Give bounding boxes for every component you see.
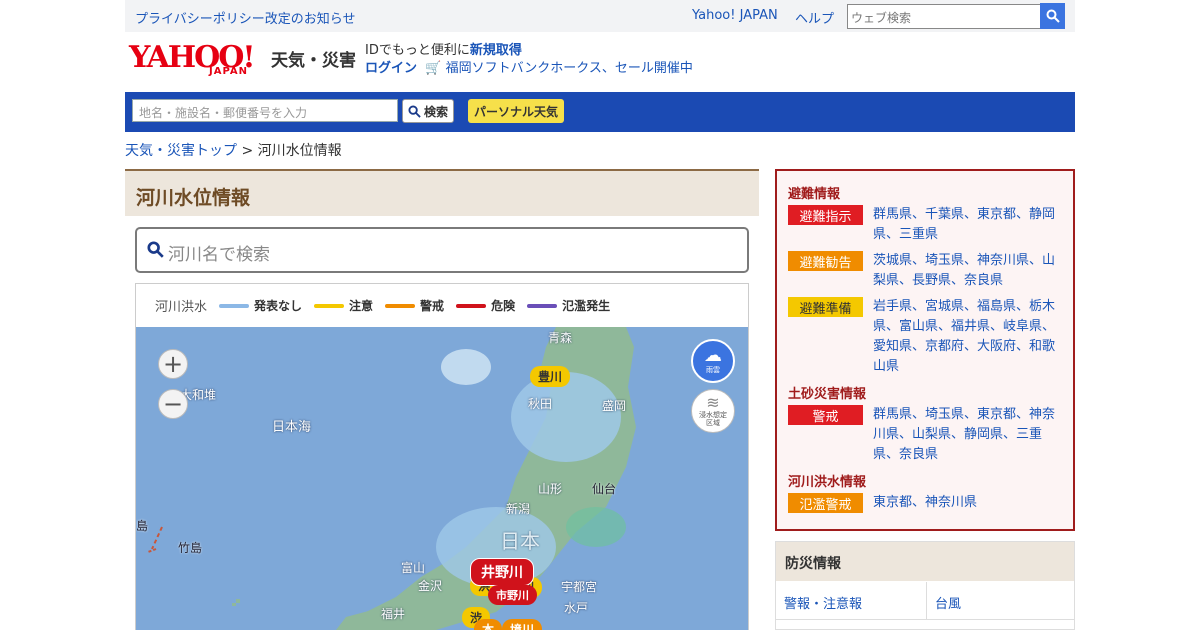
flood-wave-icon: ≋ bbox=[706, 393, 720, 412]
alert-prefectures[interactable]: 岩手県、宮城県、福島県、栃木県、富山県、福井県、岐阜県、愛知県、京都府、大阪府、… bbox=[873, 297, 1062, 377]
alert-row: 避難準備 岩手県、宮城県、福島県、栃木県、富山県、福井県、岐阜県、愛知県、京都府… bbox=[788, 297, 1062, 377]
alert-badge: 避難準備 bbox=[788, 297, 863, 317]
yahoo-logo-sub: JAPAN bbox=[209, 66, 248, 77]
breadcrumb-current: 河川水位情報 bbox=[257, 143, 342, 159]
legend-swatch bbox=[456, 303, 487, 308]
help-link[interactable]: ヘルプ bbox=[795, 8, 834, 27]
map-label-kanazawa: 金沢 bbox=[418, 579, 443, 593]
alert-prefectures[interactable]: 東京都、神奈川県 bbox=[873, 493, 977, 513]
legend-item: 発表なし bbox=[219, 297, 302, 314]
location-search-button[interactable]: 検索 bbox=[402, 99, 454, 123]
personal-weather-button[interactable]: パーソナル天気 bbox=[468, 99, 564, 123]
zoom-in-button[interactable]: + bbox=[158, 349, 188, 379]
breadcrumb: 天気・災害トップ > 河川水位情報 bbox=[125, 140, 342, 160]
alert-row: 避難勧告 茨城県、埼玉県、神奈川県、山梨県、長野県、奈良県 bbox=[788, 251, 1062, 291]
alert-row: 避難指示 群馬県、千葉県、東京都、静岡県、三重県 bbox=[788, 205, 1062, 245]
disaster-info-title: 防災情報 bbox=[776, 542, 1074, 581]
legend-swatch bbox=[527, 303, 558, 308]
privacy-notice-link[interactable]: プライバシーポリシー改定のお知らせ bbox=[135, 8, 355, 27]
page-title-box: 河川水位情報 bbox=[125, 169, 759, 216]
map-label-akita: 秋田 bbox=[528, 397, 553, 411]
map-label-morioka: 盛岡 bbox=[602, 399, 627, 413]
service-name: 天気・災害 bbox=[271, 51, 356, 71]
search-icon bbox=[408, 104, 421, 118]
location-search-bar: 地名・施設名・郵便番号を入力 検索 パーソナル天気 bbox=[125, 92, 1075, 132]
legend-swatch bbox=[314, 303, 345, 308]
legend-swatch bbox=[385, 303, 416, 308]
web-search-button[interactable] bbox=[1040, 3, 1065, 29]
map-label-sendai: 仙台 bbox=[592, 482, 617, 496]
river-tag-toyokawa[interactable]: 豊川 bbox=[530, 366, 571, 387]
rain-cloud-button[interactable]: ☁ 雨雲 bbox=[691, 339, 735, 383]
search-icon bbox=[1046, 9, 1060, 23]
river-tag-ichinokawa[interactable]: 市野川 bbox=[488, 585, 537, 605]
map-label-utsunomiya: 宇都宮 bbox=[561, 580, 598, 594]
id-box: IDでもっと便利に新規取得 ログイン 🛒 福岡ソフトバンクホークス、セール開催中 bbox=[365, 42, 693, 78]
location-search-input[interactable]: 地名・施設名・郵便番号を入力 bbox=[132, 99, 398, 122]
site-logo[interactable]: YAHOO! JAPAN 天気・災害 bbox=[129, 40, 359, 80]
alert-badge: 警戒 bbox=[788, 405, 863, 425]
search-label: 検索 bbox=[423, 104, 448, 119]
map-label-fukui: 福井 bbox=[381, 607, 406, 621]
map-label-yamagata: 山形 bbox=[538, 482, 563, 496]
map-label-shima: 島 bbox=[136, 519, 149, 533]
top-bar: プライバシーポリシー改定のお知らせ Yahoo! JAPAN ヘルプ ウェブ検索 bbox=[125, 0, 1075, 32]
divider bbox=[776, 619, 1074, 620]
page-title: 河川水位情報 bbox=[136, 187, 251, 209]
alert-prefectures[interactable]: 茨城県、埼玉県、神奈川県、山梨県、長野県、奈良県 bbox=[873, 251, 1062, 291]
map-land bbox=[147, 327, 636, 630]
river-search-placeholder: 河川名で検索 bbox=[168, 245, 270, 265]
landslide-title: 土砂災害情報 bbox=[788, 387, 867, 402]
legend-item: 注意 bbox=[314, 297, 373, 314]
map-label-aomori: 青森 bbox=[548, 331, 573, 345]
alert-badge: 避難勧告 bbox=[788, 251, 863, 271]
legend-item: 氾濫発生 bbox=[527, 297, 610, 314]
rain-cloud-label: 雨雲 bbox=[706, 366, 720, 374]
map-label-toyama: 富山 bbox=[401, 561, 426, 575]
map-label-mito: 水戸 bbox=[564, 601, 589, 615]
warnings-link[interactable]: 警報・注意報 bbox=[776, 582, 926, 619]
typhoon-link[interactable]: 台風 bbox=[926, 582, 1075, 619]
yahoo-japan-link[interactable]: Yahoo! JAPAN bbox=[692, 8, 778, 23]
promo-link[interactable]: 福岡ソフトバンクホークス、セール開催中 bbox=[446, 61, 693, 76]
map-label-niigata: 新潟 bbox=[506, 502, 531, 516]
flood-area-label: 浸水想定 区域 bbox=[699, 411, 727, 427]
rain-cloud-icon: ☁ bbox=[704, 345, 722, 366]
alert-panel: 避難情報 避難指示 群馬県、千葉県、東京都、静岡県、三重県 避難勧告 茨城県、埼… bbox=[775, 169, 1075, 531]
map-label-japan: 日本 bbox=[500, 529, 540, 553]
disaster-info-panel: 防災情報 警報・注意報 台風 bbox=[775, 541, 1075, 630]
flood-title: 河川洪水情報 bbox=[788, 475, 867, 490]
alert-badge: 避難指示 bbox=[788, 205, 863, 225]
login-link[interactable]: ログイン bbox=[365, 61, 417, 76]
evac-title: 避難情報 bbox=[788, 187, 841, 202]
legend-swatch bbox=[219, 303, 250, 308]
search-icon bbox=[147, 241, 164, 258]
alert-prefectures[interactable]: 群馬県、埼玉県、東京都、神奈川県、山梨県、静岡県、三重県、奈良県 bbox=[873, 405, 1062, 465]
river-search-input[interactable]: 河川名で検索 bbox=[135, 227, 749, 273]
legend-title: 河川洪水 bbox=[155, 300, 208, 315]
map-label-japan-sea: 日本海 bbox=[272, 420, 312, 435]
alert-prefectures[interactable]: 群馬県、千葉県、東京都、静岡県、三重県 bbox=[873, 205, 1062, 245]
river-map[interactable]: 青森 秋田 盛岡 仙台 山形 新潟 富山 金沢 福井 宇都宮 水戸 日本海 竹島… bbox=[135, 327, 749, 630]
alert-row: 氾濫警戒 東京都、神奈川県 bbox=[788, 493, 1062, 513]
alert-row: 警戒 群馬県、埼玉県、東京都、神奈川県、山梨県、静岡県、三重県、奈良県 bbox=[788, 405, 1062, 465]
river-tag-misc[interactable]: 本 bbox=[474, 619, 503, 630]
legend-item: 危険 bbox=[456, 297, 515, 314]
register-link[interactable]: 新規取得 bbox=[470, 43, 522, 58]
web-search-input[interactable]: ウェブ検索 bbox=[847, 4, 1041, 29]
breadcrumb-home[interactable]: 天気・災害トップ bbox=[125, 143, 237, 159]
legend-item: 警戒 bbox=[385, 297, 444, 314]
river-tag-sakaigawa[interactable]: 境川 bbox=[502, 619, 543, 630]
flood-legend: 河川洪水 発表なし 注意 警戒 危険 氾濫発生 bbox=[135, 283, 749, 327]
cart-icon: 🛒 bbox=[421, 61, 442, 76]
river-tag-inogawa[interactable]: 井野川 bbox=[470, 558, 534, 586]
id-promo-text: IDでもっと便利に bbox=[365, 43, 470, 58]
breadcrumb-separator: > bbox=[237, 143, 258, 159]
flood-area-button[interactable]: ≋ 浸水想定 区域 bbox=[691, 389, 735, 433]
zoom-out-button[interactable]: − bbox=[158, 389, 188, 419]
alert-badge: 氾濫警戒 bbox=[788, 493, 863, 513]
map-label-takeshima: 竹島 bbox=[178, 541, 203, 555]
